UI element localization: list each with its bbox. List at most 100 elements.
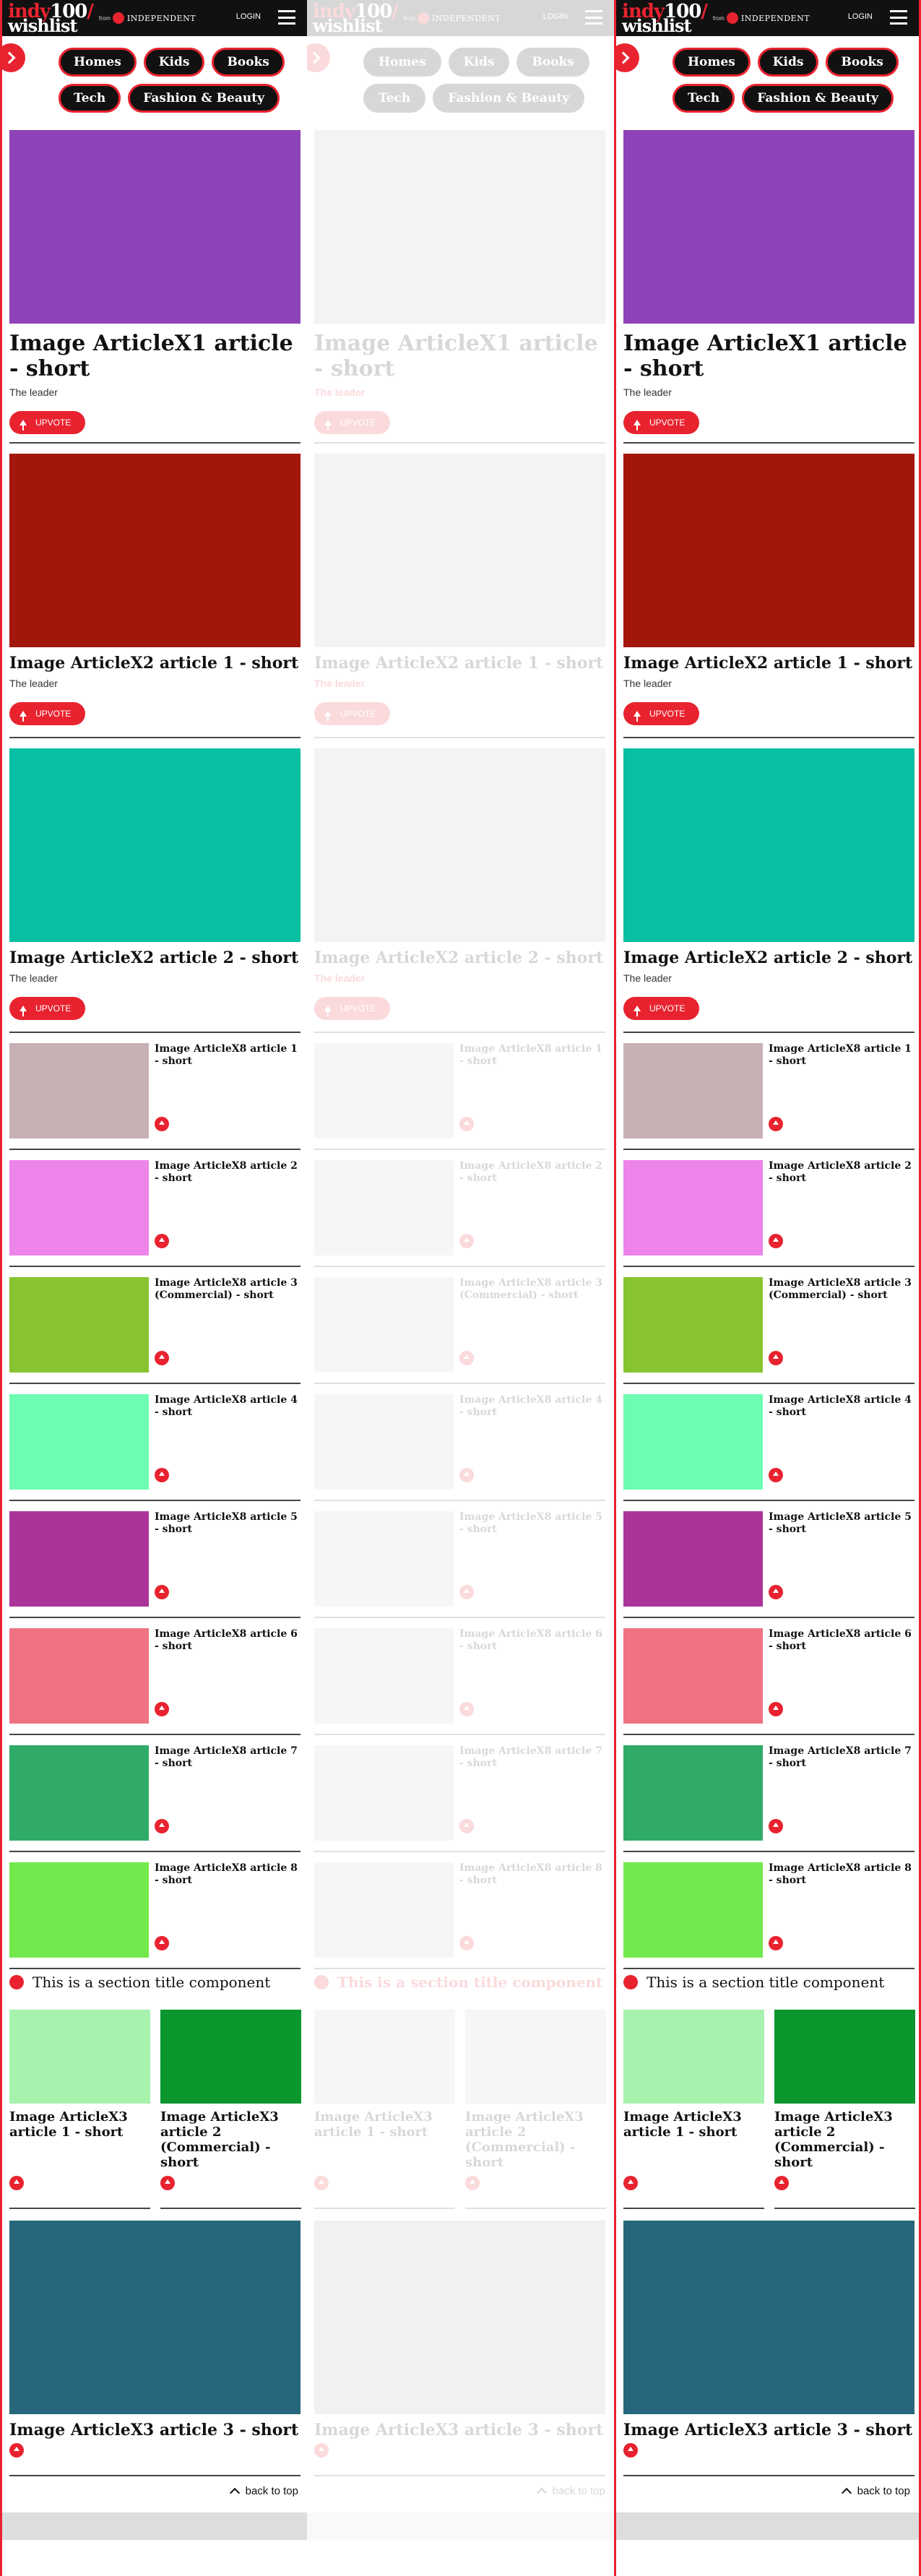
category-pill-books[interactable]: Books [212, 48, 285, 77]
article-image[interactable] [9, 748, 300, 942]
indy100-wishlist-logo[interactable]: indy100/ wishlist [313, 2, 399, 35]
list-article-card[interactable]: Image ArticleX8 article 8 - short [314, 1862, 605, 1958]
article-image[interactable] [9, 1043, 149, 1138]
upvote-icon[interactable] [459, 1702, 474, 1716]
list-article-card[interactable]: Image ArticleX8 article 2 - short [314, 1160, 605, 1255]
article-title[interactable]: Image ArticleX8 article 2 - short [155, 1160, 300, 1185]
article-image[interactable] [623, 454, 914, 647]
upvote-icon[interactable] [459, 1468, 474, 1482]
list-article-card[interactable]: Image ArticleX8 article 5 - short [314, 1511, 605, 1607]
article-image[interactable] [623, 1160, 763, 1255]
upvote-button[interactable]: UPVOTE [314, 410, 391, 434]
upvote-icon[interactable] [769, 1936, 783, 1950]
article-title[interactable]: Image ArticleX3 article 2 (Commercial) -… [160, 2109, 301, 2170]
upvote-icon[interactable] [9, 2443, 24, 2458]
chevron-right-icon[interactable] [616, 43, 639, 72]
grid-article-card[interactable]: Image ArticleX3 article 1 - short [9, 2010, 150, 2140]
article-title[interactable]: Image ArticleX1 article - short [9, 331, 300, 382]
article-image[interactable] [314, 1277, 454, 1373]
featured-article-card[interactable]: Image ArticleX2 article 1 - short The lea… [314, 454, 605, 725]
article-title[interactable]: Image ArticleX8 article 8 - short [769, 1862, 914, 1887]
featured-article-card[interactable]: Image ArticleX1 article - short The leade… [9, 130, 300, 434]
article-title[interactable]: Image ArticleX3 article 2 (Commercial) -… [774, 2109, 915, 2170]
article-title[interactable]: Image ArticleX8 article 6 - short [155, 1628, 300, 1653]
category-pill-tech[interactable]: Tech [59, 84, 121, 113]
upvote-icon[interactable] [769, 1468, 783, 1482]
login-link[interactable]: LOGIN [848, 12, 873, 21]
article-title[interactable]: Image ArticleX8 article 2 - short [459, 1160, 605, 1185]
article-image[interactable] [9, 1394, 149, 1490]
article-image[interactable] [314, 1745, 454, 1841]
upvote-button[interactable]: UPVOTE [623, 701, 700, 725]
list-article-card[interactable]: Image ArticleX8 article 1 - short [9, 1043, 300, 1138]
upvote-icon[interactable] [9, 2176, 24, 2190]
article-image[interactable] [314, 1511, 454, 1607]
category-pill-fashion-beauty[interactable]: Fashion & Beauty [433, 84, 584, 113]
upvote-icon[interactable] [155, 1819, 169, 1833]
upvote-icon[interactable] [160, 2176, 175, 2190]
upvote-button[interactable]: UPVOTE [314, 996, 391, 1020]
article-title[interactable]: Image ArticleX2 article 2 - short [314, 948, 605, 968]
upvote-button[interactable]: UPVOTE [9, 996, 86, 1020]
article-title[interactable]: Image ArticleX8 article 7 - short [769, 1745, 914, 1770]
upvote-icon[interactable] [155, 1351, 169, 1365]
category-pill-homes[interactable]: Homes [363, 48, 441, 77]
featured-article-card[interactable]: Image ArticleX2 article 1 - short The lea… [623, 454, 914, 725]
upvote-button[interactable]: UPVOTE [9, 701, 86, 725]
list-article-card[interactable]: Image ArticleX8 article 7 - short [9, 1745, 300, 1841]
chevron-right-icon[interactable] [307, 43, 330, 72]
upvote-icon[interactable] [314, 2443, 329, 2458]
article-title[interactable]: Image ArticleX3 article 3 - short [623, 2421, 914, 2440]
article-image[interactable] [314, 1043, 454, 1138]
upvote-icon[interactable] [769, 1351, 783, 1365]
article-title[interactable]: Image ArticleX8 article 4 - short [769, 1394, 914, 1419]
article-image[interactable] [465, 2010, 606, 2104]
login-link[interactable]: LOGIN [543, 12, 568, 21]
category-pill-homes[interactable]: Homes [59, 48, 137, 77]
article-title[interactable]: Image ArticleX8 article 6 - short [769, 1628, 914, 1653]
upvote-icon[interactable] [459, 1585, 474, 1599]
article-title[interactable]: Image ArticleX8 article 7 - short [155, 1745, 300, 1770]
list-article-card[interactable]: Image ArticleX8 article 6 - short [9, 1628, 300, 1724]
article-image[interactable] [623, 1277, 763, 1373]
article-image[interactable] [314, 1628, 454, 1724]
upvote-icon[interactable] [155, 1234, 169, 1248]
article-image[interactable] [623, 130, 914, 324]
article-image[interactable] [9, 1511, 149, 1607]
back-to-top-link[interactable]: back to top [841, 2485, 910, 2498]
list-article-card[interactable]: Image ArticleX8 article 6 - short [623, 1628, 914, 1724]
article-image[interactable] [623, 1745, 763, 1841]
back-to-top-link[interactable]: back to top [229, 2485, 298, 2498]
upvote-button[interactable]: UPVOTE [9, 410, 86, 434]
list-article-card[interactable]: Image ArticleX8 article 1 - short [314, 1043, 605, 1138]
list-article-card[interactable]: Image ArticleX8 article 6 - short [314, 1628, 605, 1724]
article-title[interactable]: Image ArticleX2 article 1 - short [314, 654, 605, 673]
article-title[interactable]: Image ArticleX8 article 6 - short [459, 1628, 605, 1653]
featured-article-card[interactable]: Image ArticleX1 article - short The leade… [623, 130, 914, 434]
article-title[interactable]: Image ArticleX8 article 1 - short [155, 1043, 300, 1068]
list-article-card[interactable]: Image ArticleX8 article 5 - short [9, 1511, 300, 1607]
article-image[interactable] [623, 2010, 764, 2104]
upvote-icon[interactable] [769, 1819, 783, 1833]
list-article-card[interactable]: Image ArticleX8 article 7 - short [623, 1745, 914, 1841]
article-title[interactable]: Image ArticleX2 article 2 - short [9, 948, 300, 968]
upvote-icon[interactable] [155, 1468, 169, 1482]
article-title[interactable]: Image ArticleX8 article 3 (Commercial) -… [459, 1277, 605, 1302]
article-title[interactable]: Image ArticleX8 article 1 - short [459, 1043, 605, 1068]
list-article-card[interactable]: Image ArticleX8 article 4 - short [314, 1394, 605, 1490]
list-article-card[interactable]: Image ArticleX8 article 3 (Commercial) -… [623, 1277, 914, 1373]
article-image[interactable] [314, 1862, 454, 1958]
back-to-top-link[interactable]: back to top [536, 2485, 605, 2498]
article-title[interactable]: Image ArticleX3 article 3 - short [314, 2421, 605, 2440]
independent-brand[interactable]: from INDEPENDENT [404, 12, 501, 24]
indy100-wishlist-logo[interactable]: indy100/ wishlist [8, 2, 94, 35]
article-title[interactable]: Image ArticleX8 article 4 - short [155, 1394, 300, 1419]
article-title[interactable]: Image ArticleX1 article - short [623, 331, 914, 382]
article-image[interactable] [623, 1862, 763, 1958]
hamburger-icon[interactable] [278, 10, 295, 25]
category-pill-tech[interactable]: Tech [363, 84, 426, 113]
article-title[interactable]: Image ArticleX2 article 2 - short [623, 948, 914, 968]
article-image[interactable] [9, 1277, 149, 1373]
article-title[interactable]: Image ArticleX8 article 7 - short [459, 1745, 605, 1770]
article-image[interactable] [9, 1628, 149, 1724]
